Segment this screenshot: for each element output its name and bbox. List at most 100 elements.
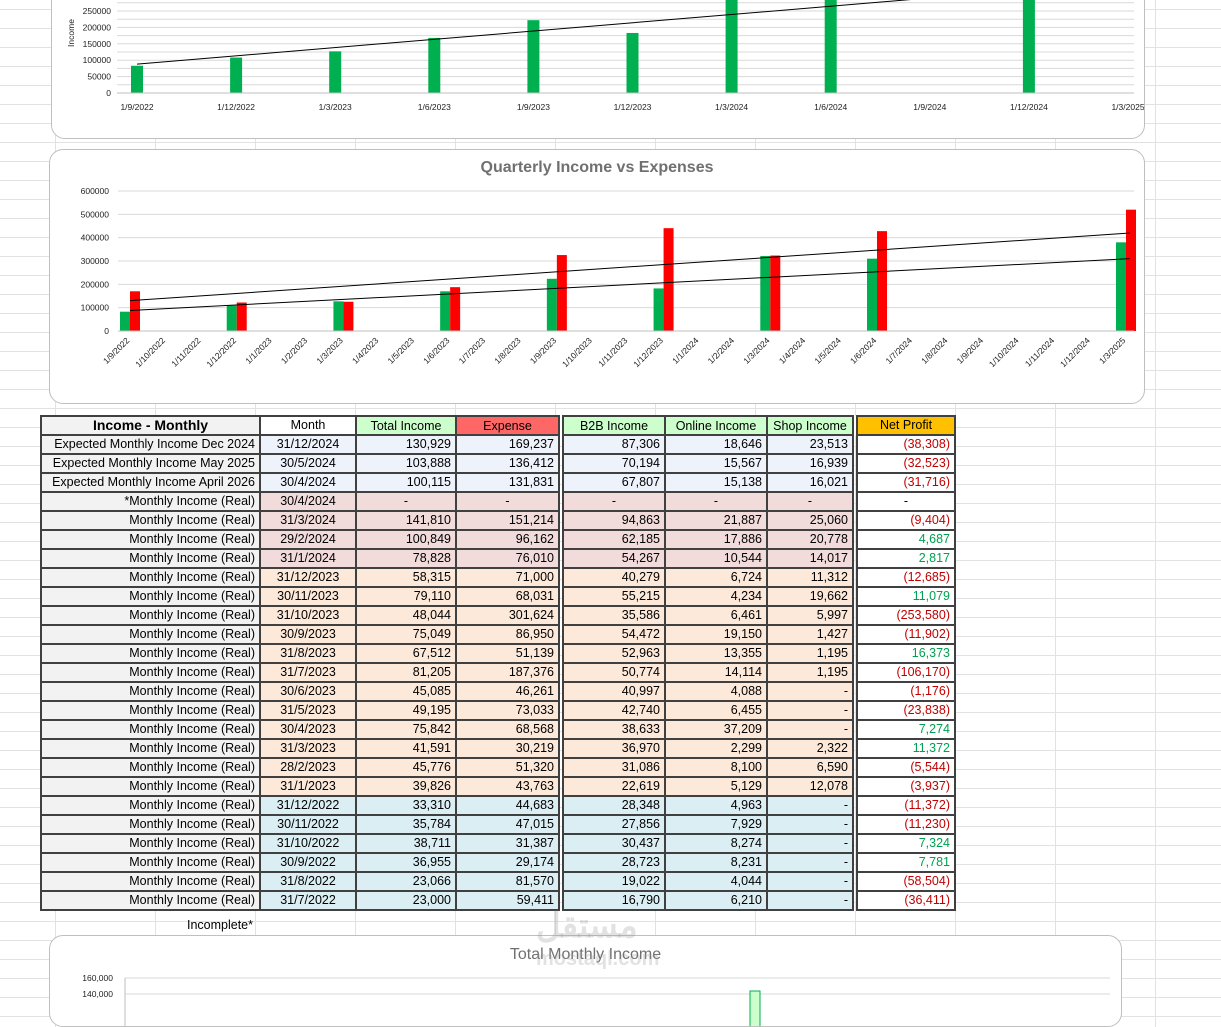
- table-row: Monthly Income (Real) 31/7/2023 81,205 187,…: [40, 662, 956, 683]
- x-tick-label: 1/12/2023: [631, 335, 665, 369]
- row-expense: 73,033: [455, 700, 560, 721]
- row-shop-income: 23,513: [766, 434, 854, 455]
- y-tick-label: 300000: [81, 256, 110, 266]
- expense-bar: [343, 301, 354, 331]
- row-month: 30/11/2022: [259, 814, 357, 835]
- y-tick-label: 600000: [81, 186, 110, 196]
- row-shop-income: 2,322: [766, 738, 854, 759]
- x-tick-label: 1/10/2023: [560, 335, 594, 369]
- row-net-profit: (9,404): [856, 510, 956, 531]
- income-chart-top-plot: 250000 200000 150000 100000 50000 0 Income 1/9/…: [66, 0, 1144, 112]
- income-bar: [226, 305, 237, 331]
- income-monthly-table: Income - Monthly Month Total Income Expe…: [40, 415, 956, 911]
- header-b2b-income: B2B Income: [562, 415, 666, 436]
- row-label: Monthly Income (Real): [40, 833, 261, 854]
- expense-bar: [1126, 209, 1136, 331]
- income-bar: [653, 288, 664, 331]
- row-b2b-income: 36,970: [562, 738, 666, 759]
- row-online-income: 8,231: [664, 852, 768, 873]
- y-tick-label: 250000: [83, 6, 112, 16]
- row-label: Expected Monthly Income May 2025: [40, 453, 261, 474]
- row-net-profit: 4,687: [856, 529, 956, 550]
- row-month: 30/11/2023: [259, 586, 357, 607]
- expense-bar: [236, 302, 247, 331]
- row-total-income: 45,776: [355, 757, 457, 778]
- quarterly-income-expenses-chart[interactable]: Quarterly Income vs Expenses 600000 50000…: [49, 149, 1145, 404]
- income-chart-top[interactable]: 250000 200000 150000 100000 50000 0 Income 1/9/…: [51, 0, 1145, 139]
- y-tick-label: 160,000: [82, 973, 113, 983]
- row-b2b-income: 55,215: [562, 586, 666, 607]
- row-month: 31/1/2024: [259, 548, 357, 569]
- income-bar: [428, 37, 441, 93]
- row-b2b-income: 42,740: [562, 700, 666, 721]
- row-label: Monthly Income (Real): [40, 814, 261, 835]
- x-tick-label: 1/11/2024: [1023, 335, 1057, 369]
- table-row: *Monthly Income (Real) 30/4/2024- - - - - -: [40, 491, 956, 512]
- row-expense: 86,950: [455, 624, 560, 645]
- row-total-income: 23,000: [355, 890, 457, 911]
- x-tick-label: 1/9/2023: [528, 335, 559, 366]
- row-total-income: 33,310: [355, 795, 457, 816]
- y-tick-label: 0: [106, 88, 111, 98]
- row-net-profit: 7,324: [856, 833, 956, 854]
- table-row: Monthly Income (Real) 31/1/2023 39,826 43,7…: [40, 776, 956, 797]
- header-net-profit: Net Profit: [856, 415, 956, 436]
- row-shop-income: -: [766, 814, 854, 835]
- x-tick-label: 1/5/2024: [812, 335, 843, 366]
- row-shop-income: 12,078: [766, 776, 854, 797]
- header-month: Month: [259, 415, 357, 436]
- row-shop-income: 1,195: [766, 643, 854, 664]
- row-month: 31/5/2023: [259, 700, 357, 721]
- row-label: Monthly Income (Real): [40, 586, 261, 607]
- row-expense: -: [455, 491, 560, 512]
- table-row: Monthly Income (Real) 31/3/2023 41,591 30,2…: [40, 738, 956, 759]
- x-tick-label: 1/2/2024: [706, 335, 737, 366]
- row-total-income: 49,195: [355, 700, 457, 721]
- table-row: Expected Monthly Income May 2025 30/5/202…: [40, 453, 956, 474]
- x-tick-label: 1/11/2023: [596, 335, 630, 369]
- row-total-income: 100,849: [355, 529, 457, 550]
- row-month: 31/7/2023: [259, 662, 357, 683]
- row-net-profit: (253,580): [856, 605, 956, 626]
- x-tick-label: 1/3/2025: [1111, 102, 1144, 112]
- x-tick-label: 1/12/2023: [614, 102, 652, 112]
- row-month: 31/8/2022: [259, 871, 357, 892]
- row-shop-income: -: [766, 852, 854, 873]
- row-shop-income: -: [766, 491, 854, 512]
- row-net-profit: (1,176): [856, 681, 956, 702]
- watermark-logo: مستقل: [536, 907, 638, 945]
- row-shop-income: -: [766, 833, 854, 854]
- row-expense: 187,376: [455, 662, 560, 683]
- row-month: 31/10/2023: [259, 605, 357, 626]
- row-expense: 31,387: [455, 833, 560, 854]
- table-row: Monthly Income (Real) 29/2/2024 100,849 96,…: [40, 529, 956, 550]
- table-row: Expected Monthly Income Dec 2024 31/12/20…: [40, 434, 956, 455]
- row-expense: 43,763: [455, 776, 560, 797]
- income-bar: [867, 258, 877, 331]
- row-b2b-income: 70,194: [562, 453, 666, 474]
- x-tick-label: 1/4/2024: [777, 335, 808, 366]
- table-row: Monthly Income (Real) 30/9/2023 75,049 86,9…: [40, 624, 956, 645]
- row-b2b-income: 94,863: [562, 510, 666, 531]
- y-tick-label: 150000: [83, 39, 112, 49]
- row-month: 31/3/2023: [259, 738, 357, 759]
- row-expense: 136,412: [455, 453, 560, 474]
- row-b2b-income: 27,856: [562, 814, 666, 835]
- row-net-profit: 11,372: [856, 738, 956, 759]
- row-total-income: 67,512: [355, 643, 457, 664]
- row-net-profit: -: [856, 491, 956, 512]
- row-online-income: 17,886: [664, 529, 768, 550]
- row-online-income: 37,209: [664, 719, 768, 740]
- x-tick-label: 1/10/2022: [133, 335, 167, 369]
- x-tick-label: 1/3/2025: [1097, 335, 1128, 366]
- row-online-income: 6,461: [664, 605, 768, 626]
- row-shop-income: -: [766, 681, 854, 702]
- row-total-income: 75,049: [355, 624, 457, 645]
- row-b2b-income: 40,997: [562, 681, 666, 702]
- row-total-income: 23,066: [355, 871, 457, 892]
- x-tick-label: 1/8/2023: [492, 335, 523, 366]
- income-bar: [760, 255, 771, 331]
- row-month: 30/4/2023: [259, 719, 357, 740]
- row-online-income: 19,150: [664, 624, 768, 645]
- row-month: 31/12/2022: [259, 795, 357, 816]
